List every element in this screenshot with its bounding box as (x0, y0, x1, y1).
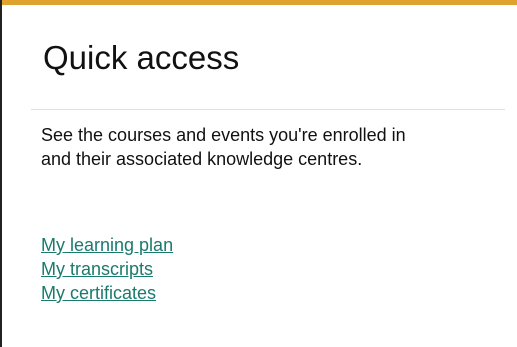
my-transcripts-link[interactable]: My transcripts (41, 259, 153, 279)
list-item: My certificates (41, 281, 173, 305)
quick-access-links: My learning plan My transcripts My certi… (41, 233, 173, 305)
list-item: My transcripts (41, 257, 173, 281)
panel-title: Quick access (43, 39, 240, 76)
title-divider (31, 109, 505, 110)
accent-top-bar (2, 0, 517, 5)
quick-access-panel: Quick access See the courses and events … (0, 0, 517, 347)
my-certificates-link[interactable]: My certificates (41, 283, 156, 303)
panel-description: See the courses and events you're enroll… (41, 125, 406, 169)
my-learning-plan-link[interactable]: My learning plan (41, 235, 173, 255)
list-item: My learning plan (41, 233, 173, 257)
